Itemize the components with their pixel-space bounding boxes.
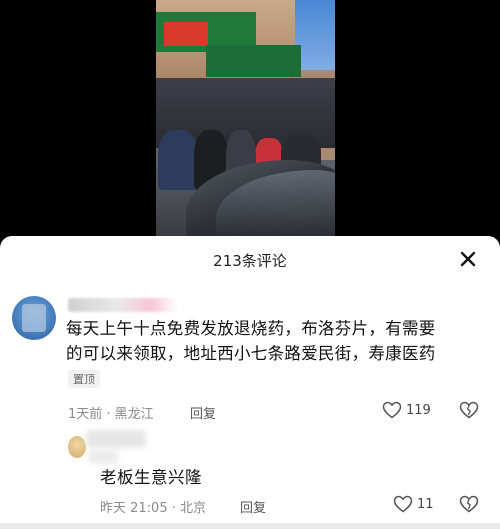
video-shop-sign-2	[206, 45, 301, 77]
reply-text: 老板生意兴隆	[100, 468, 202, 487]
reply-dislike-button[interactable]	[459, 495, 479, 517]
comment-avatar[interactable]	[12, 296, 56, 340]
reply-time-location: 昨天 21:05 · 北京	[100, 501, 206, 516]
reply-like-count: 11	[417, 496, 434, 512]
comment-dislike-button[interactable]	[459, 401, 479, 423]
reply-username-blurred-2	[88, 450, 118, 464]
reply-like-button[interactable]: 11	[393, 495, 434, 513]
comments-panel: 213条评论 每天上午十点免费发放退烧药，布洛芬片，有需要 的可以来领取，地址西…	[0, 236, 500, 529]
comment-like-button[interactable]: 119	[382, 401, 431, 419]
comment-reply-button[interactable]: 回复	[190, 403, 216, 422]
bottom-divider	[0, 523, 500, 529]
comment-text-line: 的可以来领取，地址西小七条路爱民街，寿康医药	[66, 344, 436, 363]
reply-avatar[interactable]	[68, 436, 86, 458]
broken-heart-icon	[459, 401, 479, 419]
comments-count-title: 213条评论	[213, 252, 287, 270]
close-icon-svg	[460, 251, 476, 267]
comment-like-count: 119	[406, 402, 431, 418]
comment-text-line: 每天上午十点免费发放退烧药，布洛芬片，有需要	[66, 319, 436, 338]
comment-username-blurred	[68, 298, 178, 312]
video-crowd-person	[158, 130, 198, 190]
heart-icon	[393, 495, 413, 513]
broken-heart-icon	[459, 495, 479, 513]
reply-reply-button[interactable]: 回复	[240, 497, 266, 516]
comment-text: 每天上午十点免费发放退烧药，布洛芬片，有需要 的可以来领取，地址西小七条路爱民街…	[66, 316, 486, 366]
reply-username-blurred[interactable]	[86, 430, 146, 448]
video-frame[interactable]	[156, 0, 335, 236]
comment-time-location: 1天前 · 黑龙江	[68, 407, 154, 422]
video-shop-sign-red	[164, 22, 208, 46]
heart-icon	[382, 401, 402, 419]
video-player[interactable]	[0, 0, 500, 236]
pinned-badge: 置顶	[68, 370, 100, 388]
close-icon[interactable]	[456, 248, 480, 272]
